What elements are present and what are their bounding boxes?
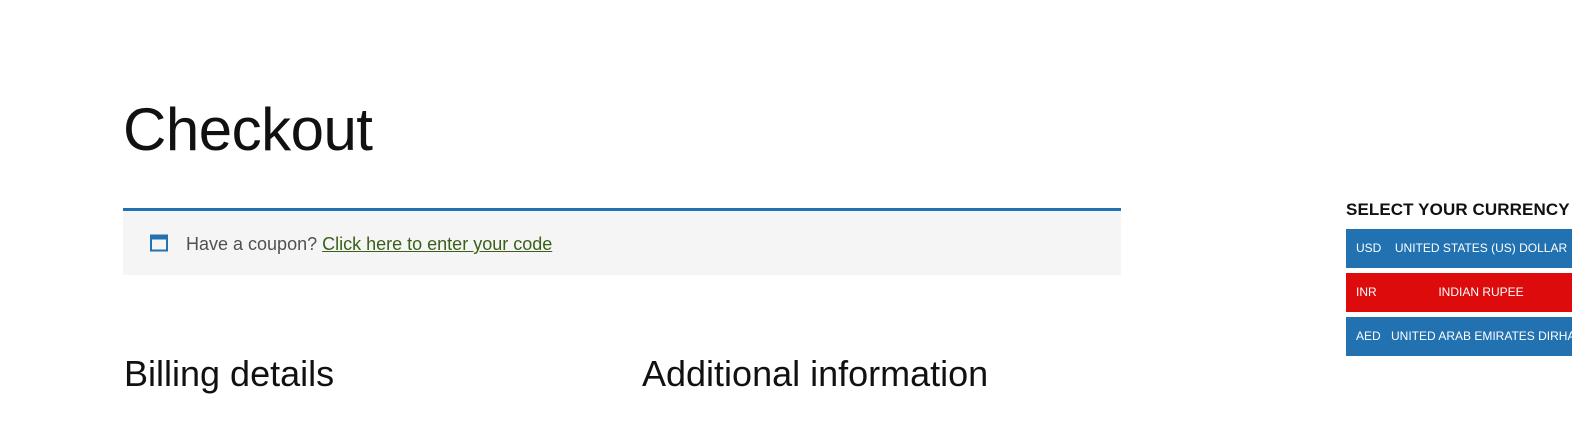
window-icon bbox=[150, 234, 168, 252]
additional-information-heading: Additional information bbox=[642, 353, 989, 394]
checkout-page: Checkout Have a coupon? Click here to en… bbox=[0, 0, 1572, 423]
coupon-notice: Have a coupon? Click here to enter your … bbox=[123, 208, 1121, 275]
currency-code: AED bbox=[1356, 329, 1381, 343]
currency-selector: SELECT YOUR CURRENCY USD UNITED STATES (… bbox=[1346, 199, 1572, 356]
enter-coupon-link[interactable]: Click here to enter your code bbox=[322, 234, 552, 254]
billing-details-heading: Billing details bbox=[124, 353, 335, 394]
page-title: Checkout bbox=[123, 96, 373, 163]
currency-name: UNITED ARAB EMIRATES DIRHAM bbox=[1391, 329, 1572, 343]
currency-option-usd[interactable]: USD UNITED STATES (US) DOLLAR bbox=[1346, 229, 1572, 268]
currency-option-inr[interactable]: INR INDIAN RUPEE bbox=[1346, 273, 1572, 312]
currency-selector-title: SELECT YOUR CURRENCY bbox=[1346, 200, 1570, 219]
currency-name: UNITED STATES (US) DOLLAR bbox=[1394, 241, 1568, 255]
currency-name: INDIAN RUPEE bbox=[1438, 285, 1524, 299]
coupon-notice-text: Have a coupon? Click here to enter your … bbox=[186, 233, 552, 255]
currency-code: INR bbox=[1356, 285, 1377, 299]
currency-code: USD bbox=[1356, 241, 1382, 255]
currency-option-aed[interactable]: AED UNITED ARAB EMIRATES DIRHAM bbox=[1346, 317, 1572, 356]
coupon-prompt: Have a coupon? bbox=[186, 234, 318, 254]
